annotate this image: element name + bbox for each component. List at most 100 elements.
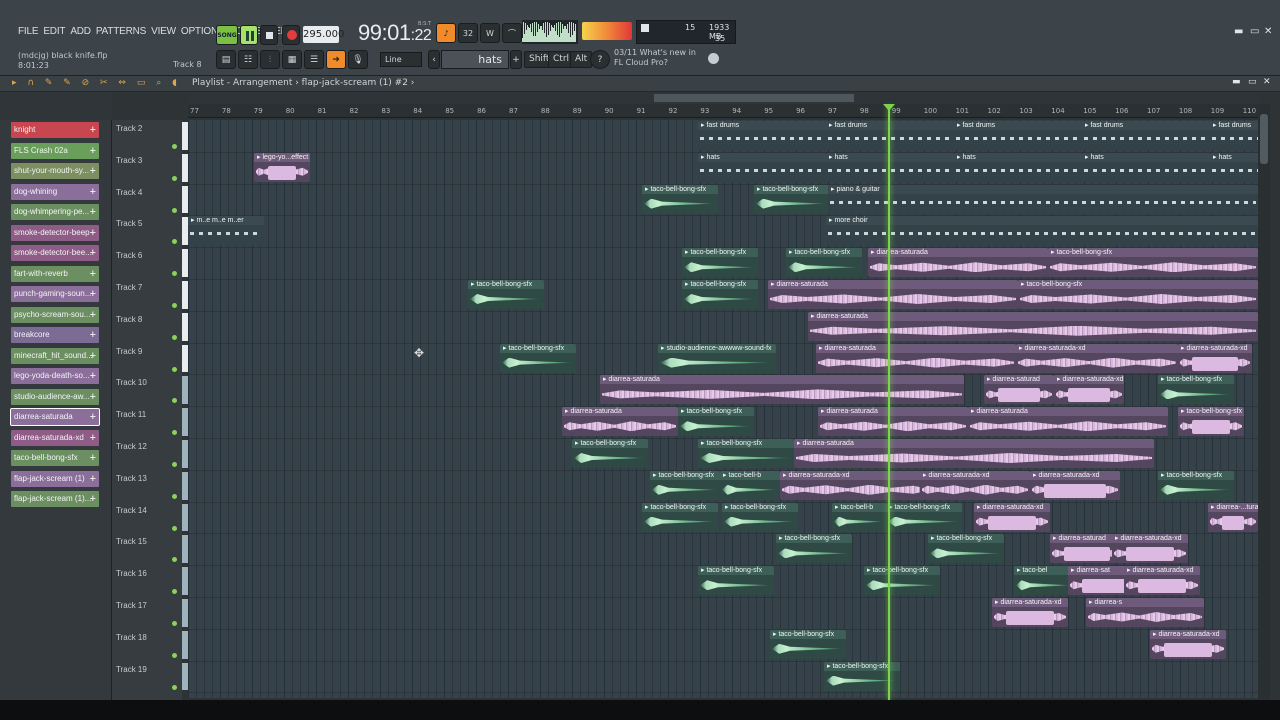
- pl-maximize-icon[interactable]: ▭: [1248, 77, 1257, 87]
- overview-window[interactable]: [654, 94, 854, 102]
- pl-close-icon[interactable]: ✕: [1263, 77, 1271, 87]
- countdown-button[interactable]: ⌒: [502, 23, 522, 43]
- track-led[interactable]: [172, 525, 177, 531]
- clip[interactable]: ▸ diarrea-saturada-xd: [1054, 375, 1124, 405]
- track-led[interactable]: [172, 557, 177, 563]
- track-led[interactable]: [172, 271, 177, 277]
- track-led[interactable]: [172, 175, 177, 181]
- arrangement-grid[interactable]: ▸ fast drums ▸ fast drums ▸ fast drums ▸ fa…: [188, 120, 1258, 698]
- add-channel-button[interactable]: +: [510, 50, 522, 69]
- pattern-item[interactable]: taco-bell-bong-sfx +: [11, 450, 99, 466]
- pattern-item[interactable]: diarrea-saturada-xd +: [11, 429, 99, 446]
- clip[interactable]: ▸ taco-bell-b: [832, 502, 886, 532]
- clip[interactable]: ▸ studio-audience-awwww-sound-fx: [658, 343, 776, 373]
- pattern-item[interactable]: breakcore +: [11, 327, 99, 343]
- pattern-item[interactable]: dog-whining +: [11, 183, 99, 200]
- track-mute-strip[interactable]: [182, 535, 188, 564]
- pattern-item[interactable]: smoke-detector-bee... +: [11, 245, 99, 261]
- minimize-icon[interactable]: ▬: [1234, 26, 1243, 37]
- clip[interactable]: ▸ diarrea-saturada-xd: [1150, 629, 1226, 659]
- track-name[interactable]: Track 6: [116, 251, 142, 260]
- track-name[interactable]: Track 16: [116, 569, 147, 578]
- piano-roll-button[interactable]: ▦: [282, 50, 302, 69]
- clip[interactable]: ▸ diarrea-saturada-xd: [1030, 470, 1120, 500]
- track-mute-strip[interactable]: [182, 185, 188, 214]
- track-mute-strip[interactable]: [182, 440, 188, 468]
- clip[interactable]: ▸ more choir: [826, 216, 1258, 246]
- track-led[interactable]: [172, 239, 177, 245]
- help-icon[interactable]: ?: [590, 50, 610, 69]
- track-led[interactable]: [172, 652, 177, 658]
- clip[interactable]: ▸ piano & guitar: [828, 184, 1258, 214]
- channel-rack-button[interactable]: ☷: [238, 50, 258, 69]
- clip[interactable]: ▸ m..e m..e m..er: [188, 216, 264, 246]
- track-name[interactable]: Track 12: [116, 442, 147, 451]
- clip[interactable]: ▸ lego-yo...effect: [254, 152, 310, 182]
- track-mute-strip[interactable]: [182, 630, 188, 659]
- track-name[interactable]: Track 9: [116, 347, 142, 356]
- clip[interactable]: ▸ taco-bel: [1014, 566, 1074, 596]
- clip[interactable]: ▸ fast drums: [1082, 121, 1210, 150]
- clip[interactable]: ▸ taco-bell-bong-sfx: [572, 439, 648, 468]
- clip[interactable]: ▸ diarrea-saturada-xd: [1016, 343, 1178, 373]
- mic-icon[interactable]: 🎙: [348, 50, 368, 69]
- clip[interactable]: ▸ diarrea-s: [1086, 598, 1204, 627]
- track-mute-strip[interactable]: [182, 599, 188, 627]
- clip[interactable]: ▸ taco-bell-bong-sfx: [642, 502, 718, 532]
- pl-minimize-icon[interactable]: ▬: [1232, 77, 1241, 87]
- clip[interactable]: ▸ taco-bell-b: [720, 470, 780, 500]
- track-name[interactable]: Track 4: [116, 188, 142, 197]
- clip[interactable]: ▸ diarrea-saturada-xd: [1112, 534, 1188, 564]
- track-mute-strip[interactable]: [182, 312, 188, 341]
- track-name[interactable]: Track 11: [116, 410, 146, 419]
- track-name[interactable]: Track 19: [116, 665, 147, 674]
- master-volume[interactable]: [582, 22, 632, 40]
- prev-channel-button[interactable]: ‹: [428, 50, 440, 69]
- menu-patterns[interactable]: PATTERNS: [96, 26, 146, 37]
- clip[interactable]: ▸ hats: [1210, 152, 1258, 182]
- clip[interactable]: ▸ diarrea-saturada-xd: [992, 598, 1068, 627]
- menu-add[interactable]: ADD: [70, 26, 91, 37]
- clip[interactable]: ▸ hats: [954, 152, 1082, 182]
- pattern-item[interactable]: studio-audience-aw... +: [11, 388, 99, 405]
- clip[interactable]: ▸ fast drums: [1210, 121, 1258, 150]
- clip[interactable]: ▸ taco-bell-bong-sfx: [864, 566, 940, 596]
- clip[interactable]: ▸ taco-bell-bong-sfx: [776, 534, 852, 564]
- track-led[interactable]: [172, 144, 177, 149]
- clip[interactable]: ▸ taco-bell-bong-sfx: [786, 248, 862, 278]
- clip[interactable]: ▸ taco-bell-bong-sfx: [1048, 248, 1258, 278]
- clip[interactable]: ▸ taco-bell-bong-sfx: [928, 534, 1004, 564]
- track-mute-strip[interactable]: [182, 503, 188, 532]
- menu-view[interactable]: VIEW: [151, 26, 176, 37]
- track-name[interactable]: Track 8: [116, 315, 142, 324]
- track-mute-strip[interactable]: [182, 662, 188, 691]
- clip[interactable]: ▸ diarrea-saturada-xd: [920, 470, 1030, 500]
- pattern-item[interactable]: punch-gaming-soun... +: [11, 286, 99, 302]
- track-led[interactable]: [172, 303, 177, 308]
- track-led[interactable]: [172, 589, 177, 595]
- playlist-view-button[interactable]: ▤: [216, 50, 236, 69]
- track-led[interactable]: [172, 462, 177, 467]
- menu-edit[interactable]: EDIT: [43, 26, 65, 37]
- timeline-ruler[interactable]: 77 78 79 80 81 82 83 84 85 86 87 88 89 90 91 92 93 94 95 96…: [188, 104, 1258, 118]
- clip[interactable]: ▸ taco-bell-bong-sfx: [1178, 407, 1244, 437]
- clip[interactable]: ▸ diarrea-saturada-xd: [1178, 343, 1252, 373]
- track-mute-strip[interactable]: [182, 249, 188, 277]
- clip[interactable]: ▸ diarrea-saturada: [768, 280, 1018, 309]
- track-name[interactable]: Track 15: [116, 537, 147, 546]
- metronome-button[interactable]: ♪: [436, 23, 456, 43]
- vertical-scrollbar[interactable]: [1258, 104, 1270, 700]
- clip[interactable]: ▸ diarrea-saturada: [816, 343, 1016, 373]
- track-mute-strip[interactable]: [182, 153, 188, 182]
- clip[interactable]: ▸ taco-bell-bong-sfx: [1158, 470, 1234, 500]
- track-mute-strip[interactable]: [182, 376, 188, 405]
- track-name[interactable]: Track 13: [116, 474, 147, 483]
- stop-button[interactable]: [260, 25, 278, 45]
- clip[interactable]: ▸ hats: [1082, 152, 1210, 182]
- clip[interactable]: ▸ taco-bell-bong-sfx: [678, 407, 754, 437]
- track-led[interactable]: [172, 684, 177, 690]
- clip[interactable]: ▸ taco-bell-bong-sfx: [770, 629, 846, 659]
- track-led[interactable]: [172, 366, 177, 372]
- pattern-item[interactable]: knight +: [11, 122, 99, 138]
- track-name[interactable]: Track 14: [116, 506, 147, 515]
